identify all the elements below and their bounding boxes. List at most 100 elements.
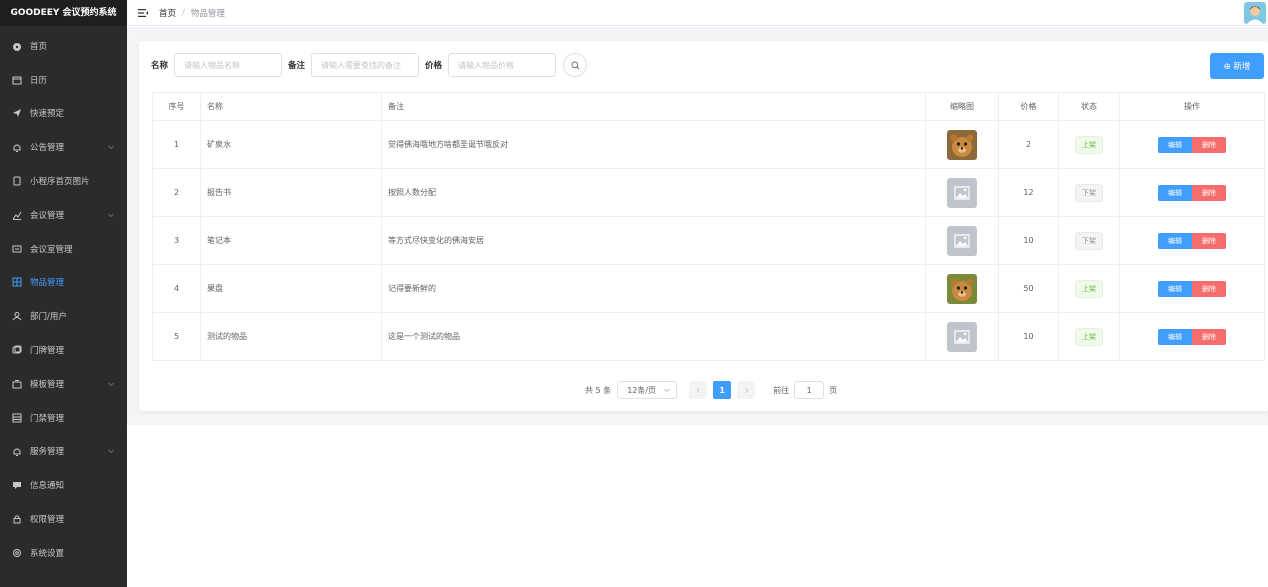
sidebar-item-3[interactable]: 公告管理 bbox=[0, 130, 127, 164]
calendar-icon bbox=[11, 74, 23, 86]
room-icon bbox=[11, 243, 23, 255]
image-placeholder-icon bbox=[947, 321, 977, 352]
edit-button[interactable]: 编辑 bbox=[1158, 232, 1192, 249]
row-index: 4 bbox=[152, 264, 201, 313]
breadcrumb-home[interactable]: 首页 bbox=[159, 7, 176, 19]
col-price-header: 价格 bbox=[998, 92, 1059, 121]
delete-button[interactable]: 删除 bbox=[1192, 184, 1226, 201]
avatar-image-icon bbox=[1244, 2, 1266, 24]
sidebar-item-2[interactable]: 快速预定 bbox=[0, 97, 127, 131]
row-price: 2 bbox=[998, 120, 1059, 169]
price-filter-label: 价格 bbox=[425, 61, 443, 71]
goto-label: 前往 bbox=[773, 385, 790, 395]
bell-icon bbox=[11, 445, 23, 457]
lock-icon bbox=[11, 513, 23, 525]
dashboard-icon bbox=[11, 40, 23, 52]
prev-page-button[interactable] bbox=[689, 381, 708, 399]
edit-button[interactable]: 编辑 bbox=[1158, 184, 1192, 201]
sidebar-item-1[interactable]: 日历 bbox=[0, 63, 127, 97]
row-actions: 编辑 删除 bbox=[1119, 120, 1265, 169]
price-search-input[interactable]: 请输入物品价格 bbox=[448, 53, 557, 77]
sidebar-item-8[interactable]: 部门/用户 bbox=[0, 299, 127, 333]
row-remark: 这是一个测试的物品 bbox=[381, 312, 926, 361]
delete-button[interactable]: 删除 bbox=[1192, 328, 1226, 345]
row-name: 报告书 bbox=[200, 168, 382, 217]
pagination: 共 5 条 12条/页 1 前往 1 页 bbox=[585, 381, 837, 399]
sidebar-item-label: 部门/用户 bbox=[30, 312, 67, 323]
row-actions-group: 编辑 删除 bbox=[1120, 280, 1264, 297]
send-icon bbox=[11, 107, 23, 119]
image-placeholder-icon bbox=[947, 177, 977, 208]
thumbnail-image[interactable] bbox=[947, 177, 977, 208]
thumbnail-image[interactable] bbox=[947, 273, 977, 304]
sidebar-item-9[interactable]: 门牌管理 bbox=[0, 333, 127, 367]
sidebar-item-15[interactable]: 系统设置 bbox=[0, 536, 127, 570]
table-row: 5 测试的物品 这是一个测试的物品 10 上架 编辑 删除 bbox=[152, 312, 1265, 361]
menu-fold-icon[interactable] bbox=[137, 7, 149, 19]
delete-button[interactable]: 删除 bbox=[1192, 232, 1226, 249]
thumbnail-image[interactable] bbox=[947, 225, 977, 256]
sidebar-item-6[interactable]: 会议室管理 bbox=[0, 232, 127, 266]
sidebar-item-0[interactable]: 首页 bbox=[0, 29, 127, 63]
sidebar-item-label: 会议管理 bbox=[30, 210, 65, 221]
sidebar-item-14[interactable]: 权限管理 bbox=[0, 502, 127, 536]
search-button[interactable] bbox=[563, 53, 588, 77]
remark-filter-label: 备注 bbox=[288, 61, 306, 71]
edit-button[interactable]: 编辑 bbox=[1158, 328, 1192, 345]
col-thumb-header: 缩略图 bbox=[925, 92, 999, 121]
sidebar-item-10[interactable]: 模板管理 bbox=[0, 367, 127, 401]
sidebar-item-12[interactable]: 服务管理 bbox=[0, 435, 127, 469]
status-badge: 下架 bbox=[1075, 183, 1103, 202]
goto-page-input[interactable]: 1 bbox=[794, 381, 825, 399]
access-icon bbox=[11, 412, 23, 424]
chevron-down-icon bbox=[664, 388, 671, 393]
edit-button[interactable]: 编辑 bbox=[1158, 136, 1192, 153]
sidebar-item-13[interactable]: 信息通知 bbox=[0, 468, 127, 502]
row-status: 下架 bbox=[1058, 216, 1120, 265]
table-header-row: 序号 名称 备注 缩略图 价格 状态 操作 bbox=[152, 92, 1265, 121]
row-actions: 编辑 删除 bbox=[1119, 312, 1265, 361]
row-thumbnail bbox=[925, 216, 999, 265]
thumbnail-image[interactable] bbox=[947, 129, 977, 160]
row-status: 上架 bbox=[1058, 264, 1120, 313]
row-name: 果盘 bbox=[200, 264, 382, 313]
sidebar-item-11[interactable]: 门禁管理 bbox=[0, 401, 127, 435]
sidebar-item-7[interactable]: 物品管理 bbox=[0, 266, 127, 300]
thumbnail-image[interactable] bbox=[947, 321, 977, 352]
row-actions: 编辑 删除 bbox=[1119, 264, 1265, 313]
chevron-down-icon bbox=[108, 145, 114, 150]
row-actions-group: 编辑 删除 bbox=[1120, 328, 1264, 345]
status-badge: 上架 bbox=[1075, 135, 1103, 154]
row-remark: 记得要新鲜的 bbox=[381, 264, 926, 313]
items-card: 名称 请输入物品名称 备注 请输入需要查找的备注 价格 请输入物品价格 ⊕ 新增… bbox=[139, 41, 1268, 411]
sidebar-item-4[interactable]: 小程序首页图片 bbox=[0, 164, 127, 198]
add-item-button[interactable]: ⊕ 新增 bbox=[1210, 53, 1264, 79]
remark-search-input[interactable]: 请输入需要查找的备注 bbox=[311, 53, 420, 77]
row-price: 10 bbox=[998, 312, 1059, 361]
row-status: 上架 bbox=[1058, 120, 1120, 169]
sidebar-item-5[interactable]: 会议管理 bbox=[0, 198, 127, 232]
edit-button[interactable]: 编辑 bbox=[1158, 280, 1192, 297]
breadcrumb-current: 物品管理 bbox=[190, 8, 225, 19]
page-size-select[interactable]: 12条/页 bbox=[617, 381, 678, 399]
chevron-right-icon bbox=[745, 387, 749, 393]
row-name: 笔记本 bbox=[200, 216, 382, 265]
status-badge: 下架 bbox=[1075, 231, 1103, 250]
sidebar: GOODEEY 会议预约系统 首页 日历 快速预定 公告管理 小程序首页图片 会议管理 会议… bbox=[0, 0, 127, 587]
delete-button[interactable]: 删除 bbox=[1192, 280, 1226, 297]
message-icon bbox=[11, 479, 23, 491]
next-page-button[interactable] bbox=[737, 381, 756, 399]
row-thumbnail bbox=[925, 168, 999, 217]
name-search-input[interactable]: 请输入物品名称 bbox=[174, 53, 283, 77]
row-status: 上架 bbox=[1058, 312, 1120, 361]
row-actions-group: 编辑 删除 bbox=[1120, 136, 1264, 153]
delete-button[interactable]: 删除 bbox=[1192, 136, 1226, 153]
user-icon bbox=[11, 310, 23, 322]
bear-thumbnail-icon bbox=[947, 273, 977, 304]
row-price: 12 bbox=[998, 168, 1059, 217]
avatar[interactable] bbox=[1244, 2, 1266, 24]
col-remark-header: 备注 bbox=[381, 92, 926, 121]
page-number-current[interactable]: 1 bbox=[713, 381, 732, 399]
search-icon bbox=[571, 61, 579, 69]
row-name: 矿泉水 bbox=[200, 120, 382, 169]
